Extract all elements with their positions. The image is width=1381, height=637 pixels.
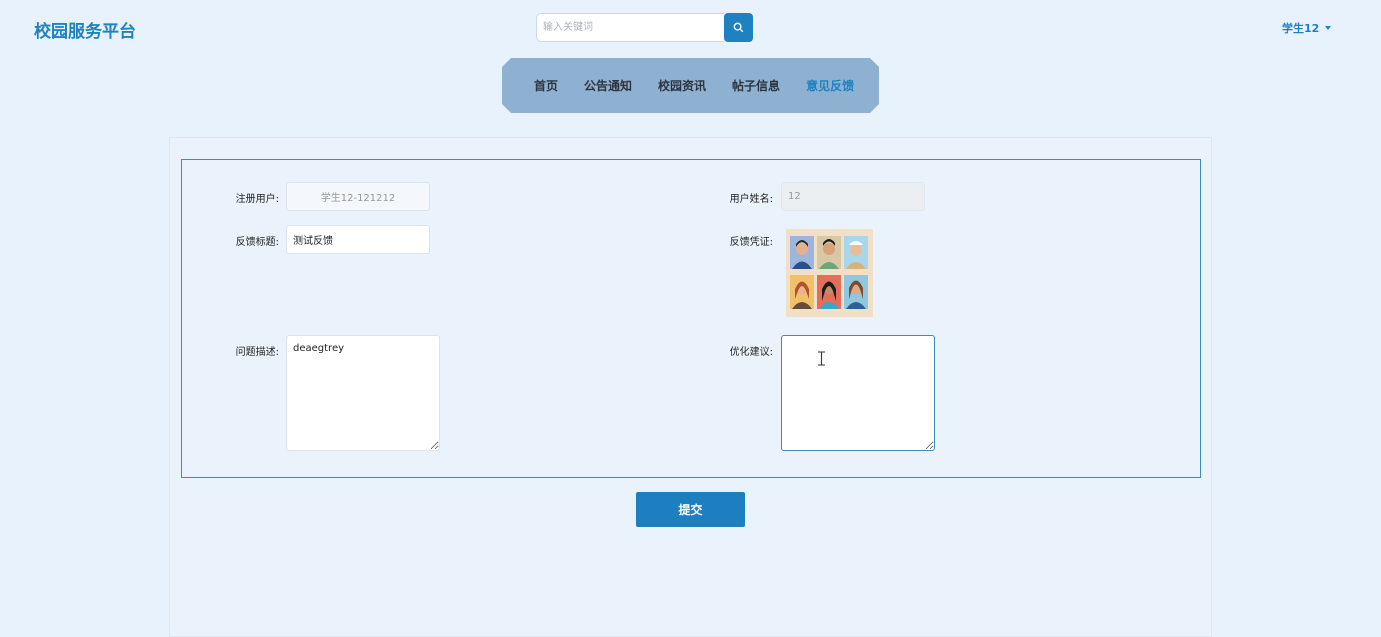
nav-item-feedback[interactable]: 意见反馈 xyxy=(806,77,854,94)
caret-down-icon xyxy=(1325,26,1332,30)
user-name-label: 用户姓名: xyxy=(729,194,773,205)
site-logo[interactable]: 校园服务平台 xyxy=(34,17,136,42)
user-menu[interactable]: 学生12 xyxy=(1282,20,1332,36)
nav-item-posts[interactable]: 帖子信息 xyxy=(732,77,780,94)
suggestion-label: 优化建议: xyxy=(729,347,773,358)
nav-item-announcements[interactable]: 公告通知 xyxy=(584,77,632,94)
feedback-title-label: 反馈标题: xyxy=(235,237,279,248)
problem-description-textarea[interactable]: deaegtrey xyxy=(286,335,440,451)
search-bar xyxy=(536,13,753,42)
nav-item-campus-news[interactable]: 校园资讯 xyxy=(658,77,706,94)
suggestion-textarea[interactable] xyxy=(781,335,935,451)
search-input[interactable] xyxy=(536,13,725,42)
text-cursor-icon xyxy=(818,351,825,366)
user-name: 学生12 xyxy=(1282,22,1320,35)
nav-item-home[interactable]: 首页 xyxy=(534,77,558,94)
feedback-evidence-label: 反馈凭证: xyxy=(729,237,773,248)
feedback-evidence-image[interactable] xyxy=(786,229,873,317)
registered-user-field[interactable] xyxy=(286,182,430,211)
user-name-field[interactable] xyxy=(781,182,925,211)
main-nav: 首页 公告通知 校园资讯 帖子信息 意见反馈 xyxy=(502,58,879,113)
search-button[interactable] xyxy=(724,13,753,42)
problem-description-label: 问题描述: xyxy=(235,347,279,358)
submit-button[interactable]: 提交 xyxy=(636,492,745,527)
feedback-title-field[interactable] xyxy=(286,225,430,254)
search-icon xyxy=(733,22,744,33)
registered-user-label: 注册用户: xyxy=(235,194,279,205)
